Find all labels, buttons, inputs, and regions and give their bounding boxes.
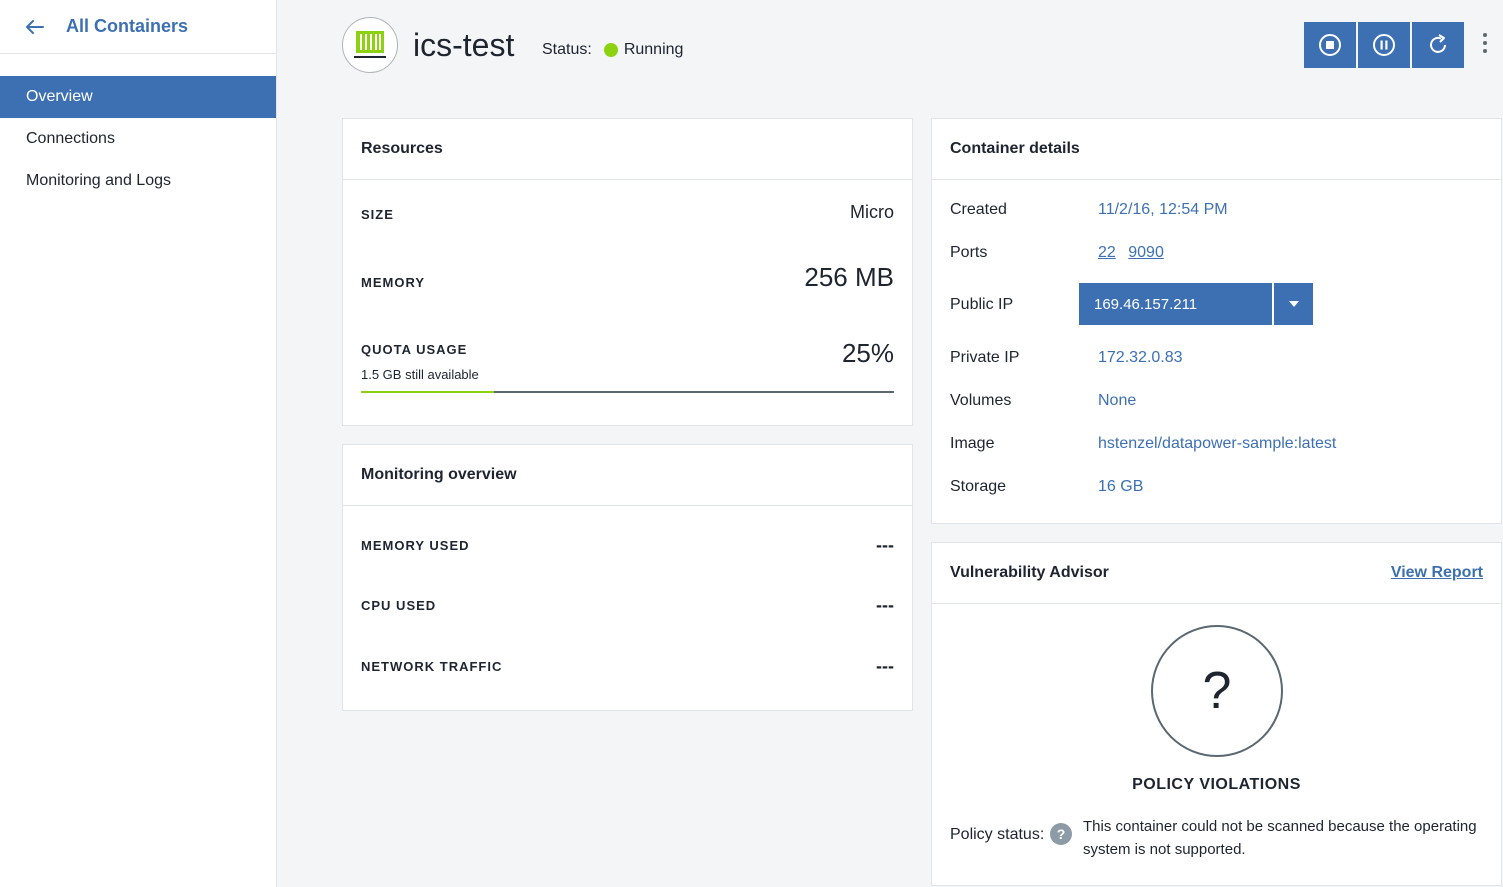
help-icon-glyph: ? — [1056, 826, 1066, 842]
size-row: SIZE Micro — [361, 202, 894, 234]
quota-row: QUOTA USAGE 1.5 GB still available 25% — [361, 338, 894, 386]
network-traffic-value: --- — [876, 656, 894, 676]
quota-progress-bar — [361, 391, 894, 393]
cpu-used-value: --- — [876, 595, 894, 615]
back-link-label: All Containers — [66, 16, 189, 36]
quota-progress-fill — [361, 391, 495, 393]
pause-icon — [1373, 34, 1395, 56]
status-indicator: Status: Running — [542, 41, 683, 59]
monitoring-panel: Monitoring overview MEMORY USED --- CPU … — [342, 444, 913, 711]
monitoring-row-network: NETWORK TRAFFIC --- — [361, 656, 894, 678]
container-actions — [1304, 22, 1466, 68]
volumes-label: Volumes — [950, 392, 1012, 409]
ports-label: Ports — [950, 244, 988, 261]
resources-title: Resources — [361, 140, 443, 157]
status-dot — [603, 43, 618, 57]
volumes-value: None — [1098, 392, 1137, 409]
image-value: hstenzel/datapower-sample:latest — [1098, 435, 1337, 452]
resources-panel: Resources SIZE Micro MEMORY 256 MB QUOTA… — [342, 118, 913, 426]
memory-row: MEMORY 256 MB — [361, 262, 894, 304]
private-ip-label: Private IP — [950, 349, 1020, 366]
sidebar-item-monitoring-and-logs[interactable]: Monitoring and Logs — [0, 160, 276, 202]
sidebar: All Containers Overview Connections Moni… — [0, 0, 277, 887]
sidebar-nav: Overview Connections Monitoring and Logs — [0, 76, 276, 202]
created-label: Created — [950, 201, 1007, 218]
vulnerability-advisor-panel: Vulnerability Advisor View Report ? POLI… — [931, 542, 1502, 886]
quota-available: 1.5 GB still available — [361, 367, 479, 382]
memory-value: 256 MB — [804, 262, 894, 292]
restart-button[interactable] — [1412, 22, 1464, 68]
network-traffic-label: NETWORK TRAFFIC — [361, 659, 503, 674]
pause-button[interactable] — [1358, 22, 1410, 68]
created-value: 11/2/16, 12:54 PM — [1098, 201, 1228, 218]
public-ip-select[interactable]: 169.46.157.211 — [1079, 283, 1272, 325]
status-label: Status: — [542, 41, 592, 58]
page-title: ics-test — [413, 27, 515, 63]
help-icon[interactable]: ? — [1050, 823, 1072, 845]
memory-used-value: --- — [876, 535, 894, 555]
storage-value: 16 GB — [1098, 478, 1144, 495]
private-ip-value: 172.32.0.83 — [1098, 349, 1183, 366]
vulnerability-header: Vulnerability Advisor View Report — [932, 543, 1501, 604]
stop-icon — [1319, 34, 1341, 56]
cpu-used-label: CPU USED — [361, 598, 437, 613]
ports-values: 22 9090 — [1098, 244, 1172, 262]
size-label: SIZE — [361, 207, 394, 222]
public-ip-value: 169.46.157.211 — [1094, 295, 1198, 313]
back-to-all-containers[interactable]: All Containers — [0, 0, 276, 54]
resources-header: Resources — [343, 119, 912, 180]
monitoring-row-memory: MEMORY USED --- — [361, 535, 894, 557]
quota-label: QUOTA USAGE — [361, 342, 468, 357]
public-ip-label: Public IP — [950, 296, 1014, 313]
policy-status-text: This container could not be scanned beca… — [1083, 818, 1477, 858]
restart-icon — [1430, 34, 1446, 53]
monitoring-row-cpu: CPU USED --- — [361, 595, 894, 617]
question-circle-icon: ? — [1151, 625, 1283, 757]
quota-value: 25% — [841, 338, 894, 368]
image-label: Image — [950, 435, 995, 452]
size-value: Micro — [850, 202, 894, 222]
container-details-title: Container details — [950, 140, 1080, 157]
port-link[interactable]: 22 — [1098, 244, 1116, 261]
container-icon — [342, 17, 398, 73]
storage-label: Storage — [950, 478, 1007, 495]
status-value: Running — [623, 41, 684, 58]
sidebar-item-overview[interactable]: Overview — [0, 76, 276, 118]
monitoring-header: Monitoring overview — [343, 445, 912, 506]
page-header: ics-test Status: Running — [342, 17, 1492, 73]
caret-down-icon — [1288, 301, 1299, 307]
view-report-link[interactable]: View Report — [1391, 564, 1483, 582]
sidebar-item-connections[interactable]: Connections — [0, 118, 276, 160]
more-options-icon[interactable] — [1482, 33, 1488, 57]
monitoring-title: Monitoring overview — [361, 466, 517, 483]
memory-used-label: MEMORY USED — [361, 538, 470, 553]
vulnerability-title: Vulnerability Advisor — [950, 564, 1109, 581]
arrow-left-icon — [26, 19, 44, 34]
container-details-panel: Container details Created 11/2/16, 12:54… — [931, 118, 1502, 524]
container-details-header: Container details — [932, 119, 1501, 180]
stop-button[interactable] — [1304, 22, 1356, 68]
public-ip-dropdown-button[interactable] — [1274, 283, 1313, 325]
policy-status-label: Policy status: — [950, 826, 1045, 843]
memory-label: MEMORY — [361, 275, 426, 290]
question-mark: ? — [1202, 662, 1232, 720]
policy-violations-title: POLICY VIOLATIONS — [1132, 776, 1301, 793]
port-link[interactable]: 9090 — [1128, 244, 1164, 261]
